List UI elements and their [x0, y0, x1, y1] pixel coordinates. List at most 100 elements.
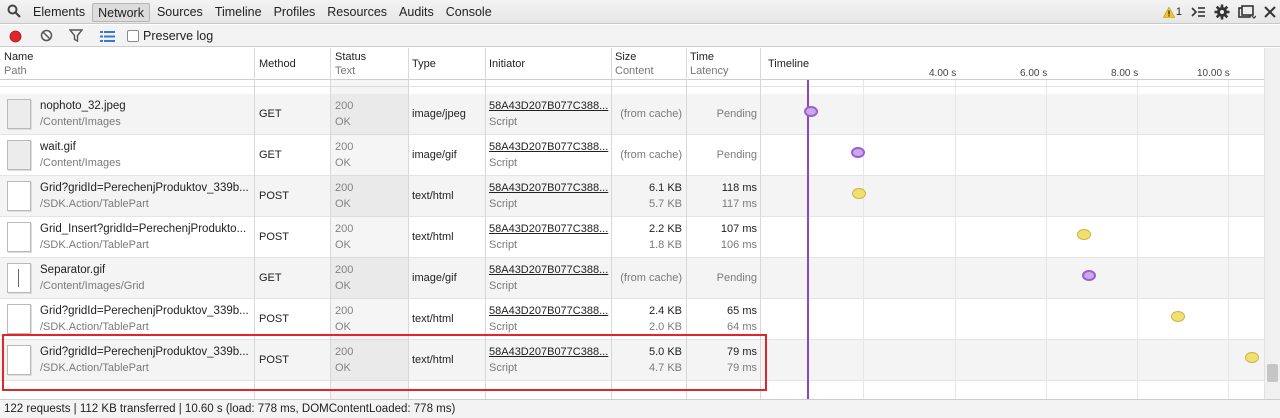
request-name[interactable]: Grid?gridId=PerechenjProduktov_339b... — [40, 305, 252, 317]
time-cell: Pending — [686, 258, 761, 299]
image-thumbnail-icon — [7, 99, 31, 129]
dock-side-icon[interactable] — [1238, 5, 1256, 19]
request-path: /SDK.Action/TablePart — [40, 198, 149, 210]
column-header-name-label: Name — [4, 51, 34, 63]
status-cell: 200 OK — [331, 258, 408, 299]
time-cell: Pending — [686, 135, 761, 176]
table-row[interactable]: Grid_Insert?gridId=PerechenjProdukto... /… — [0, 217, 1264, 258]
status-code: 200 — [335, 182, 354, 194]
timeline-bar — [1082, 270, 1096, 281]
top-right-controls: 1 — [1155, 0, 1276, 24]
initiator-link[interactable]: 58A43D207B077C388... — [489, 141, 608, 153]
warning-icon — [1162, 6, 1175, 18]
status-code: 200 — [335, 264, 354, 276]
mime-type: image/gif — [412, 272, 457, 284]
timeline-gridline — [955, 80, 956, 399]
column-header-status-label: Status — [335, 51, 367, 63]
initiator-cell: 58A43D207B077C388... Script — [485, 135, 611, 176]
record-icon[interactable] — [9, 30, 22, 46]
warning-indicator[interactable]: 1 — [1162, 6, 1182, 18]
status-code: 200 — [335, 100, 354, 112]
column-header-name[interactable]: Name Path — [0, 48, 255, 80]
column-header-type[interactable]: Type — [408, 48, 485, 80]
table-row[interactable]: Separator.gif/Content/Images/Grid GET 200 O… — [0, 258, 1264, 299]
mime-type: text/html — [412, 190, 454, 202]
status-text: OK — [335, 116, 351, 128]
request-name-cell[interactable]: nophoto_32.jpeg/Content/Images — [40, 94, 252, 135]
method-value: POST — [259, 231, 289, 243]
initiator-type: Script — [489, 280, 518, 292]
status-code: 200 — [335, 305, 354, 317]
request-name[interactable]: wait.gif — [40, 141, 252, 153]
table-row[interactable]: wait.gif/Content/Images GET 200 OK image/gif… — [0, 135, 1264, 176]
initiator-cell: 58A43D207B077C388... Script — [485, 217, 611, 258]
mime-type: image/jpeg — [412, 108, 466, 120]
settings-gear-icon[interactable] — [1214, 4, 1230, 20]
type-cell: image/gif — [408, 258, 485, 299]
status-cell: 200 OK — [331, 94, 408, 135]
initiator-cell: 58A43D207B077C388... Script — [485, 94, 611, 135]
column-header-text-label: Text — [335, 65, 356, 77]
request-name-cell[interactable]: Separator.gif/Content/Images/Grid — [40, 258, 252, 299]
tab-console[interactable]: Console — [441, 3, 497, 22]
preserve-log-checkbox[interactable] — [127, 30, 139, 42]
filter-icon[interactable] — [68, 29, 84, 45]
table-row[interactable]: Grid?gridId=PerechenjProduktov_339b... /S… — [0, 176, 1264, 217]
size-value: 6.1 KB — [648, 182, 682, 194]
status-text: OK — [335, 198, 351, 210]
document-icon — [7, 181, 31, 211]
scrollbar-thumb[interactable] — [1267, 364, 1278, 382]
request-name-cell[interactable]: wait.gif/Content/Images — [40, 135, 252, 176]
initiator-link[interactable]: 58A43D207B077C388... — [489, 100, 608, 112]
size-value: 2.4 KB — [648, 305, 682, 317]
column-header-timeline[interactable]: Timeline — [761, 48, 1264, 80]
initiator-link[interactable]: 58A43D207B077C388... — [489, 223, 608, 235]
timeline-gridline — [1228, 80, 1229, 399]
column-header-method[interactable]: Method — [255, 48, 331, 80]
tab-elements[interactable]: Elements — [28, 3, 90, 22]
close-icon[interactable] — [1264, 6, 1276, 18]
request-name[interactable]: Grid?gridId=PerechenjProduktov_339b... — [40, 182, 252, 194]
column-header-status[interactable]: Status Text — [331, 48, 408, 80]
initiator-link[interactable]: 58A43D207B077C388... — [489, 305, 608, 317]
request-name[interactable]: Separator.gif — [40, 264, 252, 276]
timeline-tick: 10.00 s — [1197, 68, 1230, 79]
search-icon[interactable] — [7, 4, 21, 18]
request-name-cell[interactable]: Grid?gridId=PerechenjProduktov_339b... /S… — [40, 176, 252, 217]
column-header-timeline-label: Timeline — [768, 58, 810, 70]
tab-network[interactable]: Network — [92, 2, 150, 22]
type-cell: text/html — [408, 176, 485, 217]
request-name-cell[interactable]: Grid_Insert?gridId=PerechenjProdukto... /… — [40, 217, 252, 258]
tab-sources[interactable]: Sources — [152, 3, 208, 22]
latency-value: 117 ms — [721, 198, 757, 210]
request-path: /Content/Images/Grid — [40, 280, 145, 292]
tab-audits[interactable]: Audits — [394, 3, 439, 22]
initiator-type: Script — [489, 198, 518, 210]
size-cell: (from cache) — [611, 258, 686, 299]
table-row[interactable]: nophoto_32.jpeg/Content/Images GET 200 OK im… — [0, 94, 1264, 135]
clear-icon[interactable] — [40, 29, 53, 45]
column-header-size[interactable]: Size Content — [611, 48, 686, 80]
status-text: OK — [335, 321, 351, 333]
status-cell: 200 OK — [331, 135, 408, 176]
size-cell: (from cache) — [611, 94, 686, 135]
time-value: 118 ms — [721, 182, 757, 194]
tab-resources[interactable]: Resources — [322, 3, 392, 22]
request-name[interactable]: Grid_Insert?gridId=PerechenjProdukto... — [40, 223, 252, 235]
initiator-link[interactable]: 58A43D207B077C388... — [489, 264, 608, 276]
large-rows-icon[interactable] — [100, 31, 115, 45]
size-value: 2.2 KB — [648, 223, 682, 235]
request-name[interactable]: nophoto_32.jpeg — [40, 100, 252, 112]
console-drawer-icon[interactable] — [1190, 5, 1206, 19]
column-header-time[interactable]: Time Latency — [686, 48, 761, 80]
time-value: Pending — [716, 272, 757, 284]
timeline-bar — [1171, 311, 1185, 322]
request-path: /Content/Images — [40, 116, 121, 128]
initiator-link[interactable]: 58A43D207B077C388... — [489, 182, 608, 194]
request-path: /SDK.Action/TablePart — [40, 239, 149, 251]
content-size-value: 2.0 KB — [648, 321, 682, 333]
column-header-initiator[interactable]: Initiator — [485, 48, 611, 80]
tab-profiles[interactable]: Profiles — [269, 3, 321, 22]
vertical-scrollbar[interactable] — [1264, 48, 1280, 399]
tab-timeline[interactable]: Timeline — [210, 3, 267, 22]
